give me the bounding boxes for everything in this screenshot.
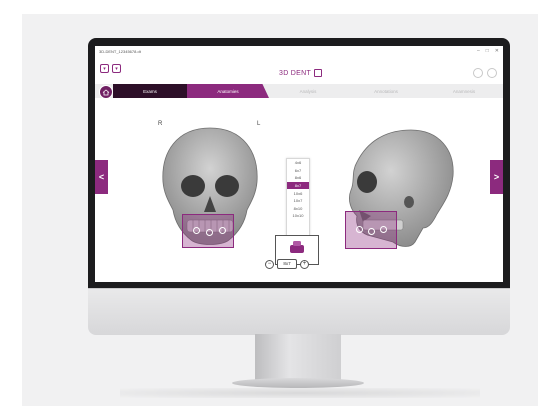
tab-exams[interactable]: Exams — [113, 84, 187, 98]
selection-box-lateral[interactable] — [345, 211, 397, 249]
tab-anatomies[interactable]: Anatomies — [187, 84, 269, 98]
toolbar-menu-button-1[interactable]: ▾ — [100, 64, 109, 73]
home-icon — [102, 88, 110, 95]
home-button[interactable] — [99, 85, 113, 99]
workflow-tabbar: Exams Anatomies Analysis Annotations Ana… — [95, 84, 503, 98]
minimize-button[interactable]: – — [477, 48, 480, 54]
size-option[interactable]: 6x7 — [287, 167, 309, 175]
toolbar-right-icons — [473, 68, 497, 78]
window-file-label: 3D-DENT_12345678.dt — [99, 49, 141, 54]
app-screen: 3D-DENT_12345678.dt – □ ✕ ▾ ▾ 3D DENT Ex… — [95, 46, 503, 282]
tab-analysis[interactable]: Analysis — [269, 84, 347, 98]
toolbar-menu-button-2[interactable]: ▾ — [112, 64, 121, 73]
monitor-stand-base — [232, 378, 364, 388]
brand-box-icon — [314, 69, 323, 77]
size-option[interactable]: 10x7 — [287, 197, 309, 205]
tab-annotations[interactable]: Annotations — [347, 84, 425, 98]
user-icon[interactable] — [473, 68, 483, 78]
increase-button[interactable]: + — [300, 259, 309, 269]
size-stepper: − 8x7 + — [265, 259, 309, 269]
window-titlebar: 3D-DENT_12345678.dt – □ ✕ — [95, 46, 503, 56]
size-option[interactable]: 8x10 — [287, 205, 309, 213]
size-option[interactable]: 10x6 — [287, 189, 309, 197]
monitor-stand-neck — [255, 334, 341, 382]
next-button[interactable]: > — [490, 160, 503, 194]
size-option[interactable]: 8x6 — [287, 174, 309, 182]
size-value[interactable]: 8x7 — [277, 259, 297, 269]
decrease-button[interactable]: − — [265, 259, 274, 269]
tab-anamnesis[interactable]: Anamnesis — [425, 84, 503, 98]
size-option[interactable]: 8x7 — [287, 181, 309, 190]
size-option[interactable]: 10x10 — [287, 212, 309, 220]
toolbar: ▾ ▾ 3D DENT — [95, 56, 503, 82]
sensor-icon — [290, 241, 304, 253]
app-brand: 3D DENT — [279, 69, 323, 77]
settings-icon[interactable] — [487, 68, 497, 78]
selection-box-frontal[interactable] — [182, 214, 234, 248]
monitor-shadow — [120, 388, 480, 398]
maximize-button[interactable]: □ — [486, 48, 489, 54]
monitor-chin — [88, 288, 510, 335]
window-controls: – □ ✕ — [477, 48, 499, 54]
size-list: 4x6 6x7 8x6 8x7 10x6 10x7 8x10 10x10 — [286, 158, 310, 238]
app-brand-label: 3D DENT — [279, 69, 312, 77]
close-button[interactable]: ✕ — [495, 48, 499, 54]
prev-button[interactable]: < — [95, 160, 108, 194]
size-option[interactable]: 4x6 — [287, 159, 309, 167]
